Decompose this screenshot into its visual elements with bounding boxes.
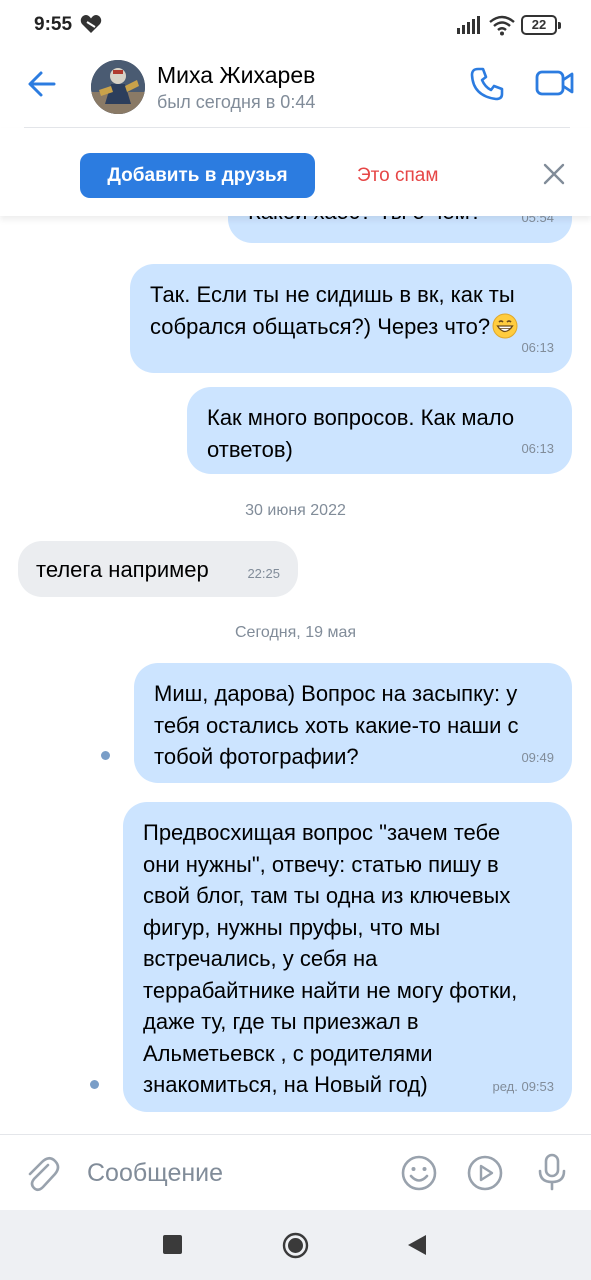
message-text: Альметьевск , с родителями [143, 1040, 433, 1066]
smile-icon[interactable] [401, 1155, 437, 1191]
message-time: 06:13 [521, 339, 554, 355]
chat-header: Миха Жихарев был сегодня в 0:44 [0, 52, 591, 127]
message-text: террабайтнике найти не могу фотки, [143, 977, 518, 1003]
message-text: Предвосхищая вопрос "зачем тебе [143, 820, 501, 845]
message-text: Какой хаос? Ты о чём? [248, 216, 482, 228]
message-text: тебя остались хоть какие-то наши с [154, 712, 519, 738]
message-text: Миш, дарова) Вопрос на засыпку: у [154, 681, 518, 706]
message-text: собрался общаться?) Через что? [150, 311, 552, 343]
message-time: 06:13 [521, 440, 554, 456]
message-text: свой блог, там ты одна из ключевых [143, 883, 511, 908]
contact-name[interactable]: Миха Жихарев [157, 62, 315, 89]
message-time: 22:25 [247, 565, 280, 581]
nav-recents-icon[interactable] [163, 1235, 182, 1254]
paperclip-icon[interactable] [24, 1155, 60, 1193]
wifi-icon [489, 15, 515, 36]
message-bubble[interactable]: Как много вопросов. Как мало ответов) 06… [187, 387, 572, 474]
back-arrow-icon[interactable] [26, 68, 58, 100]
last-seen-status: был сегодня в 0:44 [157, 92, 316, 112]
friend-request-bar: Добавить в друзья Это спам [0, 128, 591, 216]
message-text: знакомиться, на Новый год) [143, 1072, 428, 1097]
message-time: 05:54 [521, 216, 554, 225]
system-nav-bar [0, 1210, 591, 1280]
message-text: Так. Если ты не сидишь в вк, как ты [150, 282, 515, 307]
message-time: 09:49 [521, 749, 554, 765]
message-text: телега например [36, 557, 209, 582]
report-spam-button[interactable]: Это спам [357, 165, 438, 187]
message-text: даже ту, где ты приезжал в [143, 1009, 419, 1034]
date-separator: 30 июня 2022 [245, 502, 346, 519]
message-bubble[interactable]: Миш, дарова) Вопрос на засыпку: у тебя о… [134, 663, 572, 783]
play-icon[interactable] [467, 1155, 503, 1191]
message-bubble[interactable]: телега например 22:25 [18, 541, 298, 597]
microphone-icon[interactable] [537, 1153, 567, 1191]
signal-icon [457, 16, 480, 34]
battery-icon: 22 [521, 15, 561, 35]
heart-icon [80, 15, 102, 33]
message-text: тобой фотографии? [154, 744, 359, 769]
message-text: они нужны", отвечу: статью пишу в [143, 851, 499, 877]
message-bubble[interactable]: Так. Если ты не сидишь в вк, как ты собр… [130, 264, 572, 373]
unread-dot [101, 751, 110, 760]
message-text: фигур, нужны пруфы, что мы [143, 914, 441, 940]
phone-icon[interactable] [469, 66, 505, 102]
grinning-emoji [492, 313, 518, 338]
add-friend-button[interactable]: Добавить в друзья [80, 153, 315, 198]
date-separator: Сегодня, 19 мая [234, 624, 356, 641]
unread-dot [90, 1080, 99, 1089]
message-input[interactable]: Сообщение [87, 1159, 223, 1188]
status-bar: 9:55 22 [0, 0, 591, 52]
nav-back-icon[interactable] [407, 1234, 427, 1256]
message-bubble[interactable]: Предвосхищая вопрос "зачем тебе они нужн… [123, 802, 572, 1112]
video-camera-icon[interactable] [535, 68, 575, 98]
avatar[interactable] [91, 60, 145, 114]
nav-home-icon[interactable] [282, 1232, 309, 1259]
message-text: ответов) [207, 436, 293, 462]
message-bubble[interactable]: Какой хаос? Ты о чём? 05:54 [228, 216, 572, 243]
message-time: ред. 09:53 [492, 1078, 554, 1094]
battery-level: 22 [531, 17, 547, 32]
message-composer: Сообщение [0, 1134, 591, 1210]
message-text: встречались, у себя на [143, 946, 378, 971]
close-icon[interactable] [542, 162, 566, 186]
message-list[interactable]: Какой хаос? Ты о чём? 05:54 Так. Если ты… [0, 216, 591, 1134]
status-time: 9:55 [34, 14, 73, 35]
message-text: Как много вопросов. Как мало [207, 405, 515, 430]
